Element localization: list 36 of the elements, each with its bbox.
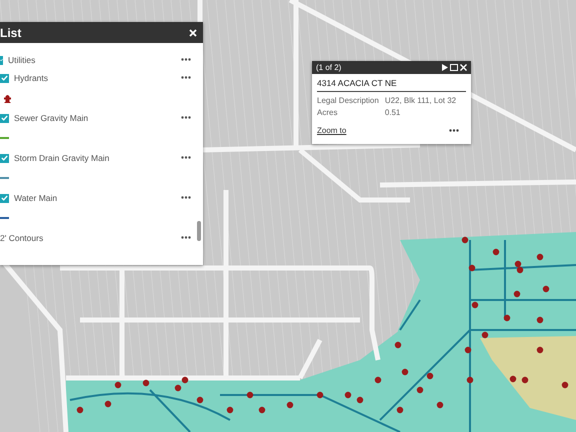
- layer-name: Sewer Gravity Main: [14, 112, 90, 124]
- layer-name: 2' Contours: [0, 232, 44, 244]
- close-icon: [189, 29, 197, 38]
- field-label: Legal Description: [317, 95, 380, 107]
- layer-checkbox[interactable]: [0, 114, 9, 122]
- feature-counter: (1 of 2): [316, 62, 342, 74]
- more-icon: [181, 58, 191, 61]
- more-icon: [181, 116, 191, 119]
- maximize-button[interactable]: [449, 62, 459, 72]
- play-icon: [442, 64, 448, 71]
- field-value: 0.51: [384, 106, 402, 118]
- layer-name: Utilities: [8, 54, 36, 66]
- zoom-to-link[interactable]: Zoom to: [317, 126, 346, 136]
- layer-name: Storm Drain Gravity Main: [14, 152, 110, 164]
- hydrant-icon: [4, 94, 11, 102]
- layer-name: Water Main: [14, 192, 58, 204]
- scrollbar-thumb[interactable]: [197, 221, 201, 241]
- maximize-icon: [450, 64, 458, 71]
- layer-checkbox[interactable]: [0, 194, 9, 202]
- close-icon: [460, 64, 467, 71]
- popup-title: 4314 ACACIA CT NE: [317, 78, 466, 92]
- panel-title: List: [0, 24, 22, 42]
- more-icon: [181, 156, 191, 159]
- close-button[interactable]: [189, 26, 197, 38]
- field-value: U22, Blk 111, Lot 32: [384, 95, 458, 107]
- next-button[interactable]: [441, 62, 449, 72]
- more-icon: [181, 196, 191, 199]
- layer-checkbox[interactable]: [0, 56, 3, 64]
- more-icon: [181, 236, 191, 239]
- field-label: Acres: [317, 106, 385, 118]
- layer-name: Hydrants: [14, 72, 50, 84]
- more-icon: [449, 129, 459, 132]
- layer-checkbox[interactable]: [0, 74, 9, 82]
- more-icon: [181, 76, 191, 79]
- layer-checkbox[interactable]: [0, 154, 9, 162]
- close-button[interactable]: [459, 62, 468, 72]
